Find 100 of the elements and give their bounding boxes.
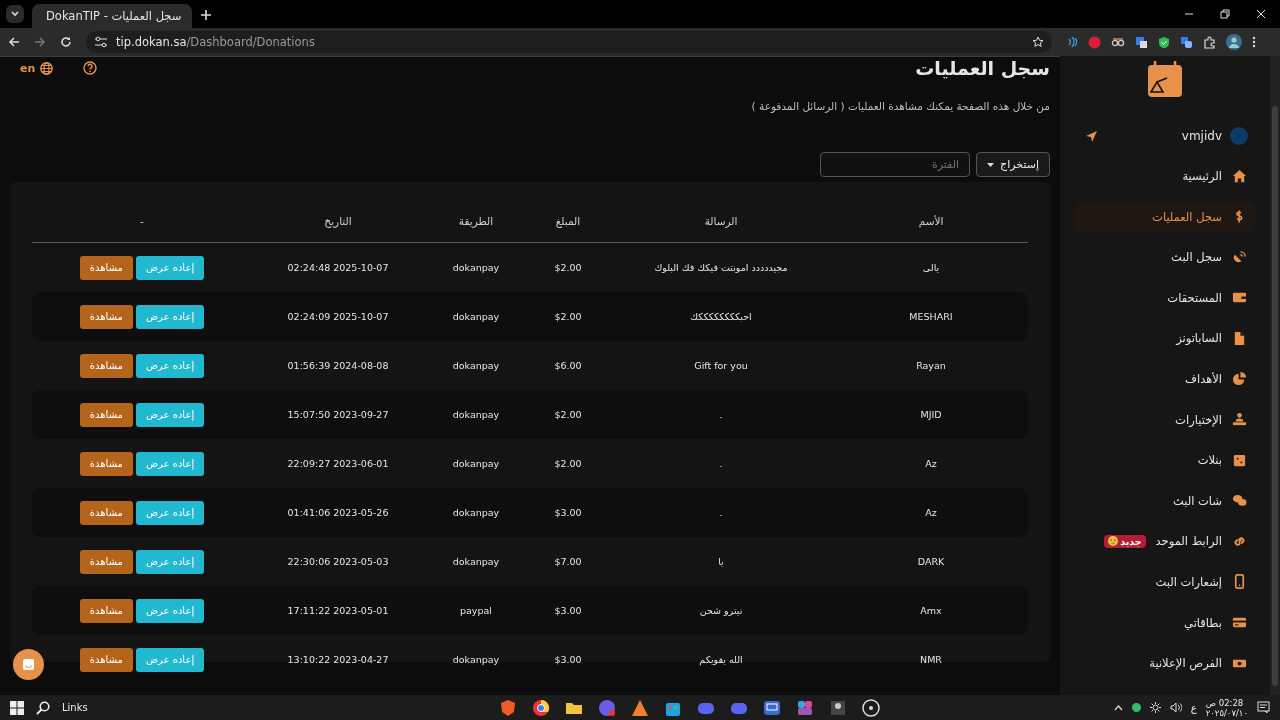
sidebar-item[interactable]: الأهداف (1075, 363, 1255, 394)
table-cell-text: $2.00 (553, 458, 583, 469)
sidebar-item[interactable]: بطاقاتي (1075, 607, 1255, 638)
address-bar[interactable]: tip.dokan.sa/Dashboard/Donations (86, 31, 1052, 53)
table-cell-text: . (718, 458, 724, 469)
browser-tab[interactable]: DokanTIP - سجل العمليات (32, 4, 192, 28)
sidebar-item[interactable]: الساباتونز (1075, 323, 1255, 354)
document-icon (1232, 330, 1247, 346)
new-tab-icon[interactable] (200, 9, 212, 21)
table-cell-text: Az (924, 458, 938, 469)
view-button[interactable]: مشاهدة (79, 255, 133, 280)
taskbar-circle-icon[interactable] (861, 697, 881, 718)
column-header: الرسالة (703, 215, 739, 227)
chat-button[interactable] (13, 649, 44, 680)
taskbar-ring-icon[interactable] (531, 697, 551, 718)
status-dot-icon[interactable] (1131, 703, 1141, 712)
sidebar-item[interactable]: المستحقات (1075, 282, 1255, 313)
sidebar-item[interactable]: شات البث (1075, 485, 1255, 516)
table-cell-text: نيترو شحن (698, 605, 744, 616)
column-header: الطريقة (457, 215, 495, 227)
view-button[interactable]: مشاهدة (79, 598, 133, 623)
table-cell-text: Az (924, 507, 938, 518)
date-range-field[interactable]: الفترة (820, 152, 971, 177)
square-icon (1232, 452, 1247, 468)
sidebar-item[interactable]: إشعارات البث (1075, 566, 1255, 597)
star-icon[interactable] (1032, 36, 1044, 48)
sidebar-item[interactable]: الإختيارات (1075, 404, 1255, 435)
input-language[interactable]: ع (1190, 702, 1197, 713)
table-cell-text: 22:09:27 2023-06-01 (286, 458, 390, 469)
sidebar-item[interactable]: بنلات (1075, 445, 1255, 476)
table-cell-text: paypal (459, 605, 493, 616)
brightness-icon[interactable] (1149, 702, 1161, 713)
speaker-icon[interactable] (1169, 702, 1182, 713)
sidebar-label: سجل العمليات (1152, 209, 1222, 224)
table-cell-text: 02:24:48 2025-10-07 (286, 262, 390, 273)
view-button[interactable]: مشاهدة (79, 451, 133, 476)
search-icon[interactable] (36, 700, 50, 715)
close-icon[interactable] (1256, 9, 1266, 19)
table-cell-text: $6.00 (553, 360, 583, 371)
windows-start-icon[interactable] (10, 700, 24, 715)
clock[interactable]: 02:28 ص ٢٠٢٥/٠٧/١٠ (1205, 697, 1248, 718)
glasses-icon[interactable] (1111, 36, 1125, 48)
help-icon[interactable] (83, 61, 98, 75)
page-description: من خلال هذه الصفحة يمكنك مشاهدة العمليات ( الرسائل المدفوعة ) (750, 100, 1050, 112)
forward-icon[interactable] (34, 36, 46, 48)
table-cell-text: Amx (919, 605, 943, 616)
view-button[interactable]: مشاهدة (79, 549, 133, 574)
sidebar-item[interactable]: سجل البث (1075, 242, 1255, 273)
chevron-up-icon[interactable] (1113, 704, 1123, 711)
table-cell-text: مجيددددد امونتت فيكك فك البلوك (653, 262, 789, 273)
table-cell-text: . (718, 507, 724, 518)
table-cell-text: dokanpay (451, 507, 501, 518)
table-cell-text: dokanpay (451, 556, 501, 567)
table-cell-text: $3.00 (553, 654, 583, 665)
taskbar-shield-icon[interactable] (498, 697, 518, 718)
table-cell-text: NMR (919, 654, 943, 665)
search-label[interactable]: Links (62, 702, 88, 713)
view-button[interactable]: مشاهدة (79, 304, 133, 329)
home-icon (1232, 168, 1247, 184)
puzzle-icon[interactable] (1203, 35, 1216, 49)
view-button[interactable]: مشاهدة (79, 500, 133, 525)
scrollbar-thumb[interactable] (1272, 106, 1278, 686)
table-cell-text: 15:07:50 2023-09-27 (286, 409, 390, 420)
table-cell-text: Rayan (915, 360, 947, 371)
pie-chart-icon (1232, 371, 1247, 387)
sidebar-label: الأهداف (1185, 371, 1222, 386)
heart-eyes-emoji-icon (1108, 536, 1119, 547)
phone-icon (1232, 574, 1247, 590)
overlapping-tiles-icon[interactable] (1180, 35, 1193, 49)
more-options-icon[interactable] (1252, 36, 1256, 48)
profile-avatar[interactable] (1226, 34, 1242, 50)
tune-icon[interactable] (94, 36, 108, 48)
restore-icon[interactable] (1220, 9, 1230, 19)
reload-icon[interactable] (60, 36, 72, 48)
language-link[interactable]: en (20, 61, 36, 75)
shield-check-icon[interactable] (1158, 35, 1170, 49)
table-cell-text: dokanpay (451, 654, 501, 665)
export-dropdown[interactable]: إستخراج (976, 152, 1050, 177)
table-cell-text: $2.00 (553, 262, 583, 273)
back-icon[interactable] (8, 36, 20, 48)
view-button[interactable]: مشاهدة (79, 353, 133, 378)
notification-icon[interactable] (1257, 701, 1270, 714)
tab-list-button[interactable] (6, 5, 24, 23)
table-cell-text: يالى (921, 262, 941, 273)
column-header: المبلغ (554, 215, 582, 227)
signal-waves-icon[interactable] (1066, 36, 1078, 48)
translate-icon[interactable] (1135, 35, 1148, 49)
sidebar-item[interactable]: الفرص الإعلانية (1075, 648, 1255, 679)
table-cell-text: dokanpay (451, 360, 501, 371)
location-arrow-icon[interactable] (1085, 129, 1098, 143)
table-cell-text: . (718, 409, 724, 420)
sidebar-item[interactable]: الرئيسية (1075, 161, 1255, 191)
column-header: - (139, 215, 145, 227)
sidebar-label: سجل البث (1171, 250, 1222, 265)
view-button[interactable]: مشاهدة (79, 402, 133, 427)
view-button[interactable]: مشاهدة (79, 647, 133, 672)
table-cell-text: DARK (916, 556, 946, 567)
sidebar-item[interactable]: الرابط الموحد جديد (1075, 526, 1255, 557)
sidebar-label: المستحقات (1167, 290, 1222, 305)
sidebar-item[interactable]: سجل العمليات (1075, 201, 1255, 232)
